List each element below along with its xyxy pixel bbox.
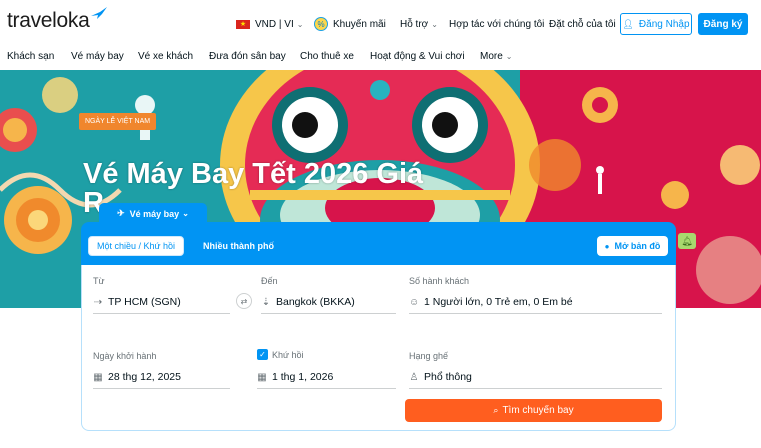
chevron-down-icon: ⌄ [182, 209, 189, 218]
bird-logo-icon [90, 7, 107, 19]
from-label: Từ [93, 276, 105, 286]
swap-icon[interactable]: ⇄ [236, 293, 252, 309]
from-value: TP HCM (SGN) [108, 296, 181, 308]
my-bookings-link[interactable]: Đặt chỗ của tôi [549, 13, 616, 35]
return-label: Khứ hồi [272, 349, 304, 360]
multi-city-tab[interactable]: Nhiều thành phố [203, 236, 274, 256]
promotions-label: Khuyến mãi [333, 18, 386, 30]
return-value: 1 thg 1, 2026 [272, 371, 334, 383]
departure-date-field[interactable]: ▦ 28 thg 12, 2025 [93, 371, 181, 383]
passengers-underline [409, 313, 662, 314]
passengers-value: 1 Người lớn, 0 Trẻ em, 0 Em bé [424, 296, 573, 308]
departure-value: 28 thg 12, 2025 [108, 371, 181, 383]
one-way-round-trip-tab[interactable]: Một chiều / Khứ hồi [88, 236, 184, 256]
search-icon: ⌕ [493, 405, 499, 415]
passengers-label: Số hành khách [409, 276, 470, 286]
support-menu[interactable]: Hỗ trợ ⌄ [400, 13, 438, 35]
to-value: Bangkok (BKKA) [276, 296, 355, 308]
chevron-down-icon: ⌄ [431, 19, 438, 29]
login-label: Đăng Nhập [638, 18, 690, 30]
my-bookings-label: Đặt chỗ của tôi [549, 18, 616, 30]
departure-label: Ngày khởi hành [93, 351, 157, 361]
seat-class-underline [409, 388, 662, 389]
search-flights-button[interactable]: ⌕ Tìm chuyến bay [405, 399, 662, 422]
flights-product-tab[interactable]: ✈ Vé máy bay ⌄ [99, 203, 207, 224]
seat-icon: ♙ [409, 371, 419, 383]
calendar-icon: ▦ [93, 371, 103, 383]
open-map-button[interactable]: ● Mở bản đồ [597, 236, 668, 256]
map-pin-icon: ● [604, 241, 610, 251]
chevron-down-icon: ⌄ [505, 52, 513, 61]
register-label: Đăng ký [703, 18, 743, 30]
logo-text: traveloka [7, 9, 90, 32]
departure-underline [93, 388, 230, 389]
return-date-field[interactable]: ▦ 1 thg 1, 2026 [257, 371, 333, 383]
promotions-link[interactable]: % Khuyến mãi [314, 13, 386, 35]
more-label: More [480, 51, 503, 62]
support-label: Hỗ trợ [400, 18, 429, 30]
seat-class-label: Hạng ghế [409, 351, 449, 361]
passengers-field[interactable]: ☺ 1 Người lớn, 0 Trẻ em, 0 Em bé [409, 296, 573, 308]
holiday-badge: NGÀY LỄ VIỆT NAM [79, 113, 157, 130]
chevron-down-icon: ⌄ [296, 19, 304, 29]
nav-flights[interactable]: Vé máy bay [71, 51, 124, 65]
flights-tab-label: Vé máy bay [129, 208, 180, 219]
return-underline [257, 388, 396, 389]
currency-language-label: VND | VI [255, 18, 294, 30]
return-checkbox[interactable]: ✓ Khứ hồi [257, 349, 304, 360]
bell-icon[interactable]: 🔔︎ [678, 233, 696, 249]
plane-icon: ✈ [117, 208, 125, 218]
nav-car-rental[interactable]: Cho thuê xe [300, 51, 354, 65]
seat-class-value: Phổ thông [424, 371, 472, 383]
partner-label: Hợp tác với chúng tôi [449, 18, 545, 30]
calendar-icon: ▦ [257, 371, 267, 383]
partner-link[interactable]: Hợp tác với chúng tôi [449, 13, 544, 35]
from-field[interactable]: ⇢ TP HCM (SGN) [93, 296, 181, 308]
plane-takeoff-icon: ⇢ [93, 296, 103, 308]
from-underline [93, 313, 230, 314]
search-flights-label: Tìm chuyến bay [502, 405, 574, 416]
to-field[interactable]: ⇣ Bangkok (BKKA) [261, 296, 355, 308]
traveloka-logo[interactable]: traveloka [7, 7, 107, 33]
to-label: Đến [261, 276, 278, 286]
nav-airport-transfer[interactable]: Đưa đón sân bay [209, 51, 286, 65]
plane-landing-icon: ⇣ [261, 296, 271, 308]
open-map-label: Mở bản đồ [614, 241, 661, 251]
hero-title: Vé Máy Bay Tết 2026 Giá [83, 158, 424, 190]
checkmark-icon: ✓ [257, 349, 268, 360]
nav-activities[interactable]: Hoạt động & Vui chơi [370, 51, 465, 65]
nav-more[interactable]: More ⌄ [480, 51, 513, 65]
to-underline [261, 313, 396, 314]
nav-bus[interactable]: Vé xe khách [138, 51, 193, 65]
login-button[interactable]: 👤︎ Đăng Nhập [620, 13, 692, 35]
passengers-icon: ☺ [409, 296, 420, 308]
seat-class-field[interactable]: ♙ Phổ thông [409, 371, 472, 383]
nav-hotels[interactable]: Khách sạn [7, 51, 54, 65]
user-icon: 👤︎ [622, 18, 634, 29]
currency-language-selector[interactable]: ★ VND | VI ⌄ [236, 13, 303, 35]
vietnam-flag-icon: ★ [236, 19, 250, 29]
register-button[interactable]: Đăng ký [698, 13, 748, 35]
promo-icon: % [314, 17, 328, 31]
